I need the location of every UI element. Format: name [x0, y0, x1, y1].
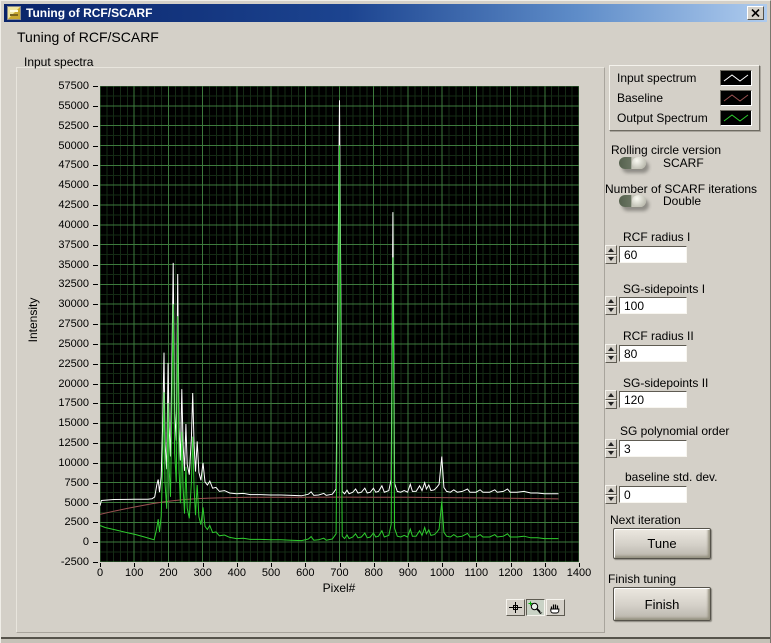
input-spectrum-line-swatch — [720, 70, 752, 86]
decrement-button[interactable] — [605, 494, 617, 504]
legend-item-input-spectrum[interactable]: Input spectrum — [610, 68, 759, 88]
sg-sidepoints-2-label: SG-sidepoints II — [623, 376, 709, 390]
rcf-radius-1-spinner — [605, 245, 617, 264]
sg-sidepoints-1-label: SG-sidepoints I — [623, 282, 706, 296]
decrement-button[interactable] — [605, 448, 617, 458]
pan-tool-button[interactable] — [546, 599, 565, 616]
decrement-button[interactable] — [605, 254, 617, 264]
rcf-radius-1-field[interactable] — [619, 246, 687, 263]
sg-sidepoints-2-field[interactable] — [619, 391, 687, 408]
legend-item-output-spectrum[interactable]: Output Spectrum — [610, 108, 759, 128]
baseline-std-dev-label: baseline std. dev. — [625, 470, 718, 484]
output-spectrum-line-swatch — [720, 110, 752, 126]
sg-polynomial-order-spinner — [605, 439, 617, 458]
down-arrow-icon — [608, 497, 614, 502]
next-iteration-label: Next iteration — [610, 513, 681, 527]
scarf-iterations-value: Double — [663, 194, 702, 208]
sg-sidepoints-2-control — [605, 390, 687, 409]
app-icon — [7, 6, 21, 20]
scarf-iterations-switch[interactable] — [619, 195, 646, 207]
spectra-chart — [100, 86, 579, 562]
cursor-tool-button[interactable] — [506, 599, 525, 616]
page-title: Tuning of RCF/SCARF — [17, 29, 159, 45]
down-arrow-icon — [608, 308, 614, 313]
rolling-circle-switch[interactable] — [619, 157, 646, 169]
legend-item-baseline[interactable]: Baseline — [610, 88, 759, 108]
x-axis-label: Pixel# — [322, 581, 356, 595]
legend-label: Baseline — [617, 91, 664, 105]
up-arrow-icon — [608, 441, 614, 446]
up-arrow-icon — [608, 392, 614, 397]
baseline-std-dev-field[interactable] — [619, 486, 687, 503]
sg-polynomial-order-field[interactable] — [619, 440, 687, 457]
rcf-radius-2-label: RCF radius II — [623, 329, 694, 343]
baseline-line-swatch — [720, 90, 752, 106]
increment-button[interactable] — [605, 296, 617, 306]
hand-icon — [550, 604, 560, 614]
baseline-std-dev-spinner — [605, 485, 617, 504]
rolling-circle-value: SCARF — [663, 156, 704, 170]
sg-sidepoints-1-field[interactable] — [619, 297, 687, 314]
sg-sidepoints-2-spinner — [605, 390, 617, 409]
baseline-std-dev-control — [605, 485, 687, 504]
increment-button[interactable] — [605, 344, 617, 354]
up-arrow-icon — [608, 346, 614, 351]
down-arrow-icon — [608, 257, 614, 262]
finish-tuning-label: Finish tuning — [608, 572, 677, 586]
down-arrow-icon — [608, 451, 614, 456]
sg-sidepoints-1-control — [605, 296, 687, 315]
increment-button[interactable] — [605, 245, 617, 255]
decrement-button[interactable] — [605, 353, 617, 363]
increment-button[interactable] — [605, 390, 617, 400]
legend-label: Input spectrum — [617, 71, 697, 85]
up-arrow-icon — [608, 247, 614, 252]
rcf-radius-2-control — [605, 344, 687, 363]
rcf-radius-2-field[interactable] — [619, 345, 687, 362]
down-arrow-icon — [608, 402, 614, 407]
app-window: Tuning of RCF/SCARF Tuning of RCF/SCARF … — [0, 0, 771, 643]
finish-button[interactable]: Finish — [613, 587, 711, 621]
sg-polynomial-order-control — [605, 439, 687, 458]
sg-sidepoints-1-spinner — [605, 296, 617, 315]
legend-label: Output Spectrum — [617, 111, 708, 125]
window-bottom-edge — [1, 637, 770, 643]
rcf-radius-2-spinner — [605, 344, 617, 363]
decrement-button[interactable] — [605, 305, 617, 315]
down-arrow-icon — [608, 356, 614, 361]
rcf-radius-1-control — [605, 245, 687, 264]
sg-polynomial-order-label: SG polynomial order — [620, 424, 730, 438]
crosshair-icon — [509, 602, 522, 613]
close-button[interactable] — [747, 6, 764, 20]
chart-legend: Input spectrum Baseline Output Spectrum — [609, 65, 760, 131]
decrement-button[interactable] — [605, 399, 617, 409]
graph-palette — [506, 599, 565, 616]
increment-button[interactable] — [605, 485, 617, 495]
rolling-circle-version-label: Rolling circle version — [611, 143, 722, 157]
rcf-radius-1-label: RCF radius I — [623, 230, 691, 244]
tune-button[interactable]: Tune — [613, 528, 711, 559]
window-title: Tuning of RCF/SCARF — [26, 6, 153, 20]
close-icon — [751, 9, 760, 17]
up-arrow-icon — [608, 487, 614, 492]
magnifier-icon — [528, 601, 543, 614]
up-arrow-icon — [608, 298, 614, 303]
zoom-tool-button[interactable] — [526, 599, 545, 616]
plot-area[interactable] — [100, 86, 579, 562]
increment-button[interactable] — [605, 439, 617, 449]
chart-title: Input spectra — [24, 55, 94, 69]
titlebar[interactable]: Tuning of RCF/SCARF — [4, 4, 767, 22]
